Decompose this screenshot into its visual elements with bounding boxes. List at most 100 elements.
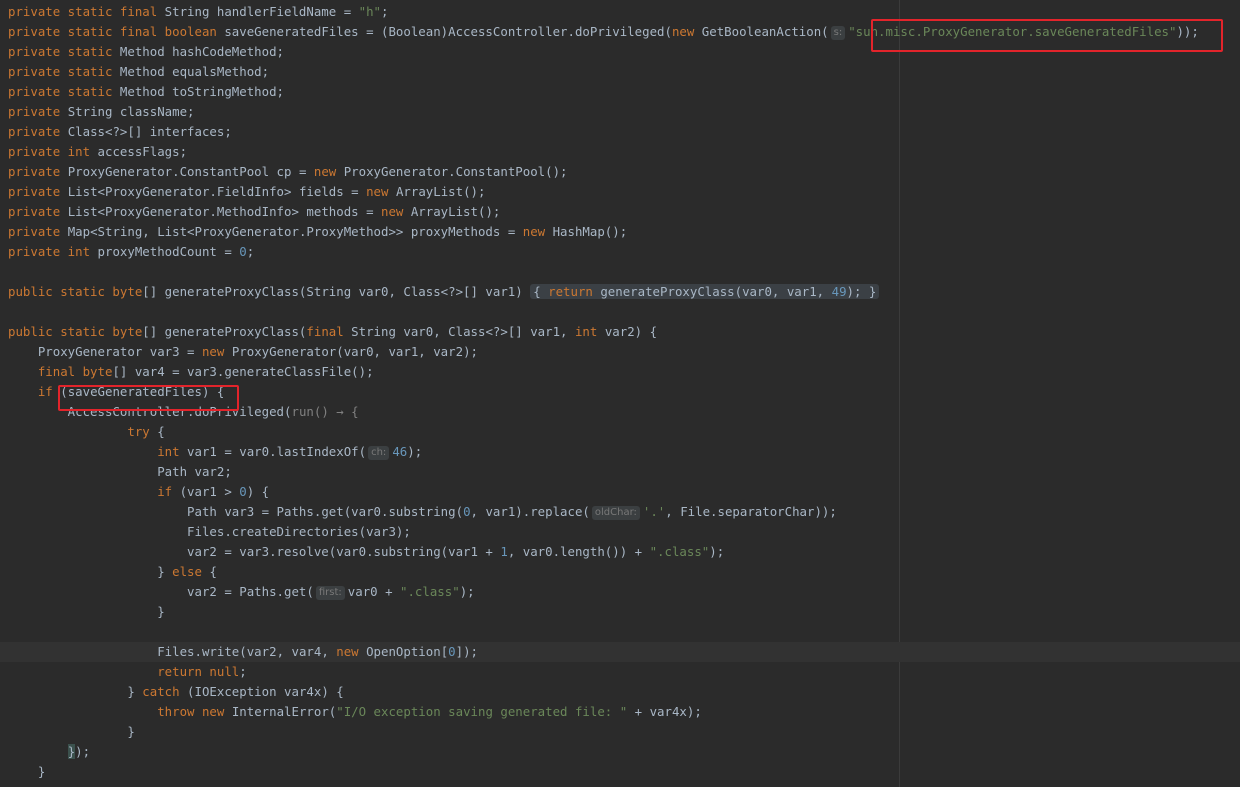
string-literal: "h" xyxy=(358,4,382,19)
code-token: [] generateProxyClass( xyxy=(142,324,307,339)
code-line[interactable] xyxy=(0,622,1240,642)
code-token: 49 xyxy=(831,284,847,299)
number-literal: 46 xyxy=(392,444,408,459)
code-line[interactable]: } xyxy=(0,722,1240,742)
code-line[interactable]: private int proxyMethodCount = 0; xyxy=(0,242,1240,262)
code-token: { xyxy=(209,564,217,579)
keyword-token: else xyxy=(172,564,210,579)
code-token: HashMap(); xyxy=(552,224,628,239)
code-line[interactable] xyxy=(0,262,1240,282)
code-token: (IOException var4x) { xyxy=(187,684,344,699)
code-line[interactable]: public static byte[] generateProxyClass(… xyxy=(0,322,1240,342)
code-line[interactable]: Files.createDirectories(var3); xyxy=(0,522,1240,542)
code-token: var2 = var3.resolve(var0.substring(var1 … xyxy=(8,544,501,559)
number-literal: 0 xyxy=(239,244,247,259)
code-token: { xyxy=(533,284,549,299)
keyword-token: private xyxy=(8,104,68,119)
code-line[interactable]: var2 = var3.resolve(var0.substring(var1 … xyxy=(0,542,1240,562)
code-line[interactable]: private List<ProxyGenerator.FieldInfo> f… xyxy=(0,182,1240,202)
code-line[interactable] xyxy=(0,302,1240,322)
keyword-token: private static final xyxy=(8,4,165,19)
code-line[interactable]: private static Method toStringMethod; xyxy=(0,82,1240,102)
keyword-token: private xyxy=(8,204,68,219)
code-token: Class<?>[] interfaces; xyxy=(67,124,232,139)
save-generated-files-property-box xyxy=(871,19,1223,52)
code-line[interactable]: } xyxy=(0,762,1240,782)
code-token: get( xyxy=(284,584,314,599)
keyword-token: private xyxy=(8,224,68,239)
code-line[interactable]: final byte[] var4 = var3.generateClassFi… xyxy=(0,362,1240,382)
code-token: separatorChar)); xyxy=(717,504,837,519)
code-line[interactable]: private ProxyGenerator.ConstantPool cp =… xyxy=(0,162,1240,182)
code-line[interactable]: int var1 = var0.lastIndexOf(ch: 46); xyxy=(0,442,1240,462)
code-line[interactable]: private static Method equalsMethod; xyxy=(0,62,1240,82)
string-literal: "I/O exception saving generated file: " xyxy=(336,704,628,719)
keyword-token: new xyxy=(671,24,702,39)
code-token: Method hashCodeMethod; xyxy=(119,44,285,59)
code-token: } xyxy=(8,724,135,739)
code-token: ProxyGenerator.ConstantPool(); xyxy=(343,164,568,179)
code-token: ProxyGenerator var3 = xyxy=(8,344,202,359)
code-token: } xyxy=(8,604,165,619)
code-line[interactable]: Files.write(var2, var4, new OpenOption[0… xyxy=(0,642,1240,662)
code-token: InternalError( xyxy=(231,704,337,719)
code-line[interactable]: private String className; xyxy=(0,102,1240,122)
code-token: write(var2, var4, xyxy=(201,644,337,659)
code-line[interactable]: private List<ProxyGenerator.MethodInfo> … xyxy=(0,202,1240,222)
code-line[interactable]: private int accessFlags; xyxy=(0,142,1240,162)
code-token: , var0.length()) + xyxy=(507,544,650,559)
string-literal: ".class" xyxy=(400,584,460,599)
code-line[interactable]: return null; xyxy=(0,662,1240,682)
code-token: ArrayList(); xyxy=(410,204,501,219)
keyword-token: private static xyxy=(8,84,120,99)
code-token: ); xyxy=(846,284,869,299)
code-line[interactable]: Path var3 = Paths.get(var0.substring(0, … xyxy=(0,502,1240,522)
code-line[interactable]: try { xyxy=(0,422,1240,442)
code-line[interactable]: throw new InternalError("I/O exception s… xyxy=(0,702,1240,722)
keyword-token: new xyxy=(366,184,396,199)
keyword-token: private xyxy=(8,164,68,179)
code-line[interactable]: Path var2; xyxy=(0,462,1240,482)
code-token: List<ProxyGenerator.FieldInfo> fields = xyxy=(67,184,367,199)
code-line[interactable]: } else { xyxy=(0,562,1240,582)
code-line[interactable]: var2 = Paths.get(first: var0 + ".class"); xyxy=(0,582,1240,602)
code-token: Method equalsMethod; xyxy=(119,64,270,79)
code-token: String handlerFieldName = xyxy=(164,4,359,19)
code-line[interactable]: private Map<String, List<ProxyGenerator.… xyxy=(0,222,1240,242)
code-line[interactable]: ProxyGenerator var3 = new ProxyGenerator… xyxy=(0,342,1240,362)
keyword-token: if xyxy=(37,384,61,399)
code-line[interactable]: } xyxy=(0,602,1240,622)
keyword-token: catch xyxy=(142,684,188,699)
code-token: (var1 > xyxy=(179,484,240,499)
code-token: String className; xyxy=(67,104,195,119)
code-token: var2 = Paths. xyxy=(8,584,285,599)
code-token: } xyxy=(868,284,877,299)
code-line[interactable]: if (var1 > 0) { xyxy=(0,482,1240,502)
code-token: ProxyGenerator.ConstantPool cp = xyxy=(67,164,314,179)
code-line[interactable]: public static byte[] generateProxyClass(… xyxy=(0,282,1240,302)
keyword-token: private int xyxy=(8,144,98,159)
keyword-token: public static byte xyxy=(8,324,143,339)
keyword-token: return null xyxy=(157,664,240,679)
code-token: generateProxyClass(var0, var1, xyxy=(600,284,832,299)
code-line[interactable]: }); xyxy=(0,742,1240,762)
keyword-token: final xyxy=(306,324,352,339)
number-literal: 0 xyxy=(463,504,471,519)
code-token: doPrivileged( xyxy=(574,24,672,39)
keyword-token: private int xyxy=(8,244,98,259)
code-editor[interactable]: private static final String handlerField… xyxy=(0,0,1240,787)
code-token: ); xyxy=(459,584,475,599)
code-token: ; xyxy=(381,4,389,19)
parameter-hint: s: xyxy=(830,26,846,40)
folded-method-body[interactable]: { return generateProxyClass(var0, var1, … xyxy=(530,284,880,299)
code-token: get(var0.substring( xyxy=(321,504,464,519)
code-line[interactable]: } catch (IOException var4x) { xyxy=(0,682,1240,702)
code-line[interactable]: private Class<?>[] interfaces; xyxy=(0,122,1240,142)
keyword-token: new xyxy=(381,204,411,219)
lambda-fold[interactable]: run() → { xyxy=(291,404,358,419)
